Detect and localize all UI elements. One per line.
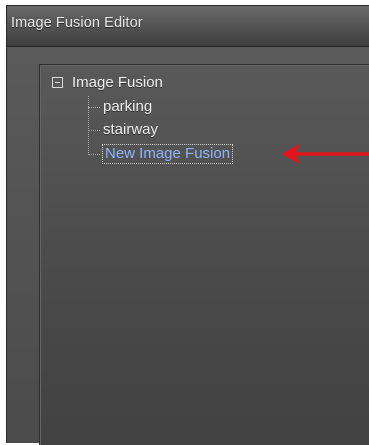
window-titlebar[interactable]: Image Fusion Editor bbox=[7, 6, 369, 47]
image-fusion-editor-window: Image Fusion Editor Image Fusion parking… bbox=[6, 5, 369, 445]
tree-connector bbox=[88, 153, 100, 155]
window-title: Image Fusion Editor bbox=[11, 15, 143, 31]
tree-connector bbox=[88, 129, 100, 131]
tree-item-label: parking bbox=[103, 98, 153, 115]
editor-body: Image Fusion parking stairway New Image … bbox=[7, 47, 369, 445]
tree-item-label-selected: New Image Fusion bbox=[102, 144, 234, 164]
tree-root-label: Image Fusion bbox=[72, 73, 163, 91]
tree-item-parking[interactable]: parking bbox=[88, 97, 153, 117]
tree-item-stairway[interactable]: stairway bbox=[88, 120, 159, 140]
image-fusion-tree: Image Fusion parking stairway New Image … bbox=[39, 64, 369, 445]
tree-item-label: stairway bbox=[103, 121, 159, 138]
collapse-minus-icon[interactable] bbox=[52, 76, 63, 88]
tree-root-node[interactable]: Image Fusion bbox=[52, 72, 163, 92]
tree-connector bbox=[88, 106, 100, 108]
tree-item-new-image-fusion[interactable]: New Image Fusion bbox=[88, 144, 234, 164]
red-arrow-annotation bbox=[282, 144, 369, 164]
